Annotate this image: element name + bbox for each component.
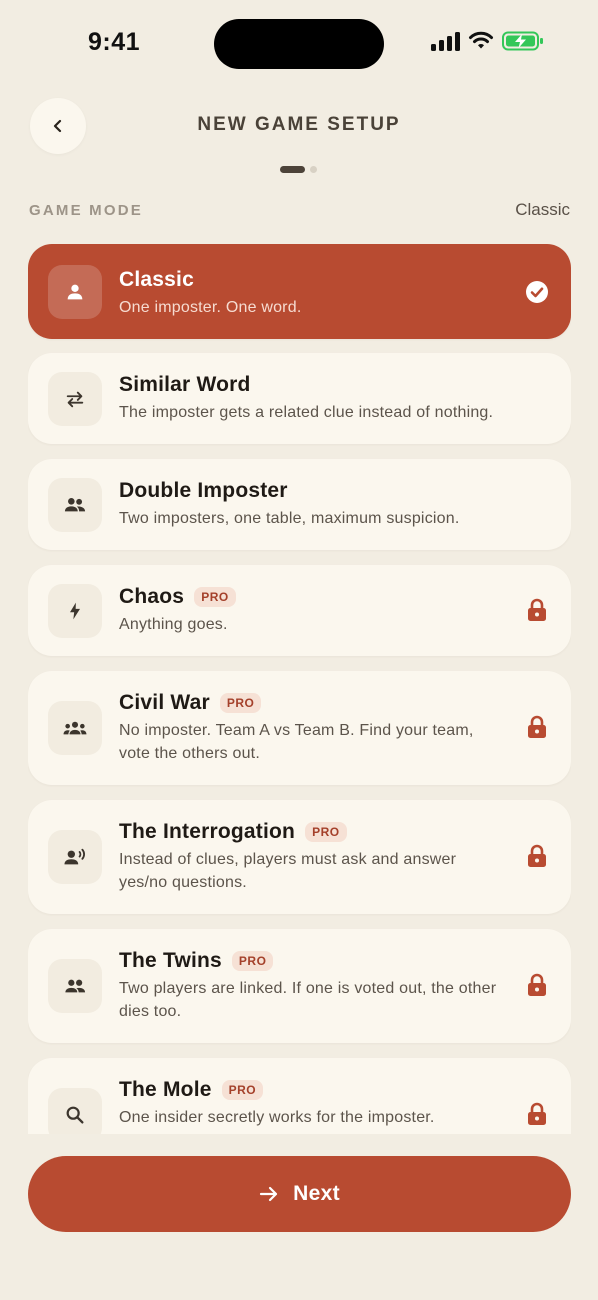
checkmark-circle-icon (525, 280, 549, 304)
mode-name: The Mole (119, 1078, 212, 1101)
mode-description: One insider secretly works for the impos… (119, 1109, 435, 1126)
selected-mode-value: Classic (515, 200, 570, 219)
section-label: GAME MODE (29, 202, 143, 219)
lock-icon (525, 598, 549, 622)
mode-name: Chaos (119, 585, 185, 608)
mode-card-classic[interactable]: Classic One imposter. One word. (28, 244, 571, 339)
cellular-signal-icon (431, 31, 460, 51)
pro-badge: PRO (305, 822, 347, 842)
mode-description: Instead of clues, players must ask and a… (119, 851, 457, 891)
page-indicator-active-dot (280, 166, 305, 173)
battery-charging-icon (502, 31, 543, 51)
next-button[interactable]: Next (28, 1156, 571, 1232)
group-icon (48, 478, 102, 532)
mode-description: No imposter. Team A vs Team B. Find your… (119, 722, 474, 762)
mode-card-similar-word[interactable]: Similar Word The imposter gets a related… (28, 353, 571, 444)
bolt-icon (48, 584, 102, 638)
status-bar: 9:41 (0, 0, 598, 90)
lock-icon (525, 844, 549, 868)
mode-card-civil-war[interactable]: Civil War PRO No imposter. Team A vs Tea… (28, 671, 571, 785)
mode-card-the-interrogation[interactable]: The Interrogation PRO Instead of clues, … (28, 800, 571, 914)
mode-description: Anything goes. (119, 616, 228, 633)
arrow-right-icon (260, 1186, 278, 1202)
groups-icon (48, 701, 102, 755)
mode-name: The Interrogation (119, 820, 296, 843)
mode-card-double-imposter[interactable]: Double Imposter Two imposters, one table… (28, 459, 571, 550)
pro-badge: PRO (221, 1080, 264, 1100)
mode-name: Civil War (119, 691, 210, 714)
lock-icon (525, 715, 549, 739)
mode-name: Classic (119, 268, 194, 291)
mode-list[interactable]: Classic One imposter. One word. Similar … (28, 244, 571, 1134)
pro-badge: PRO (219, 693, 262, 713)
speaking-person-icon (48, 830, 102, 884)
mode-name: Similar Word (119, 373, 251, 396)
mode-card-the-mole[interactable]: The Mole PRO One insider secretly works … (28, 1058, 571, 1134)
lock-icon (525, 973, 549, 997)
mode-name: The Twins (119, 949, 222, 972)
status-icons (431, 31, 544, 51)
page-title: NEW GAME SETUP (197, 114, 401, 135)
swap-arrows-icon (48, 372, 102, 426)
page-indicator-dot (310, 166, 317, 173)
lock-icon (525, 1102, 549, 1126)
wifi-icon (469, 31, 493, 49)
people-icon (48, 959, 102, 1013)
mode-description: Two imposters, one table, maximum suspic… (119, 510, 460, 527)
search-icon (48, 1088, 102, 1134)
mode-description: Two players are linked. If one is voted … (119, 980, 497, 1020)
next-button-label: Next (293, 1182, 340, 1205)
pro-badge: PRO (231, 951, 274, 971)
page-indicator (280, 166, 317, 173)
dynamic-island (214, 19, 384, 69)
mode-description: The imposter gets a related clue instead… (119, 404, 494, 421)
mode-card-the-twins[interactable]: The Twins PRO Two players are linked. If… (28, 929, 571, 1043)
pro-badge: PRO (194, 587, 236, 607)
mode-description: One imposter. One word. (119, 299, 302, 316)
status-time: 9:41 (88, 28, 141, 56)
mode-name: Double Imposter (119, 479, 288, 502)
mode-card-chaos[interactable]: Chaos PRO Anything goes. (28, 565, 571, 656)
person-icon (48, 265, 102, 319)
